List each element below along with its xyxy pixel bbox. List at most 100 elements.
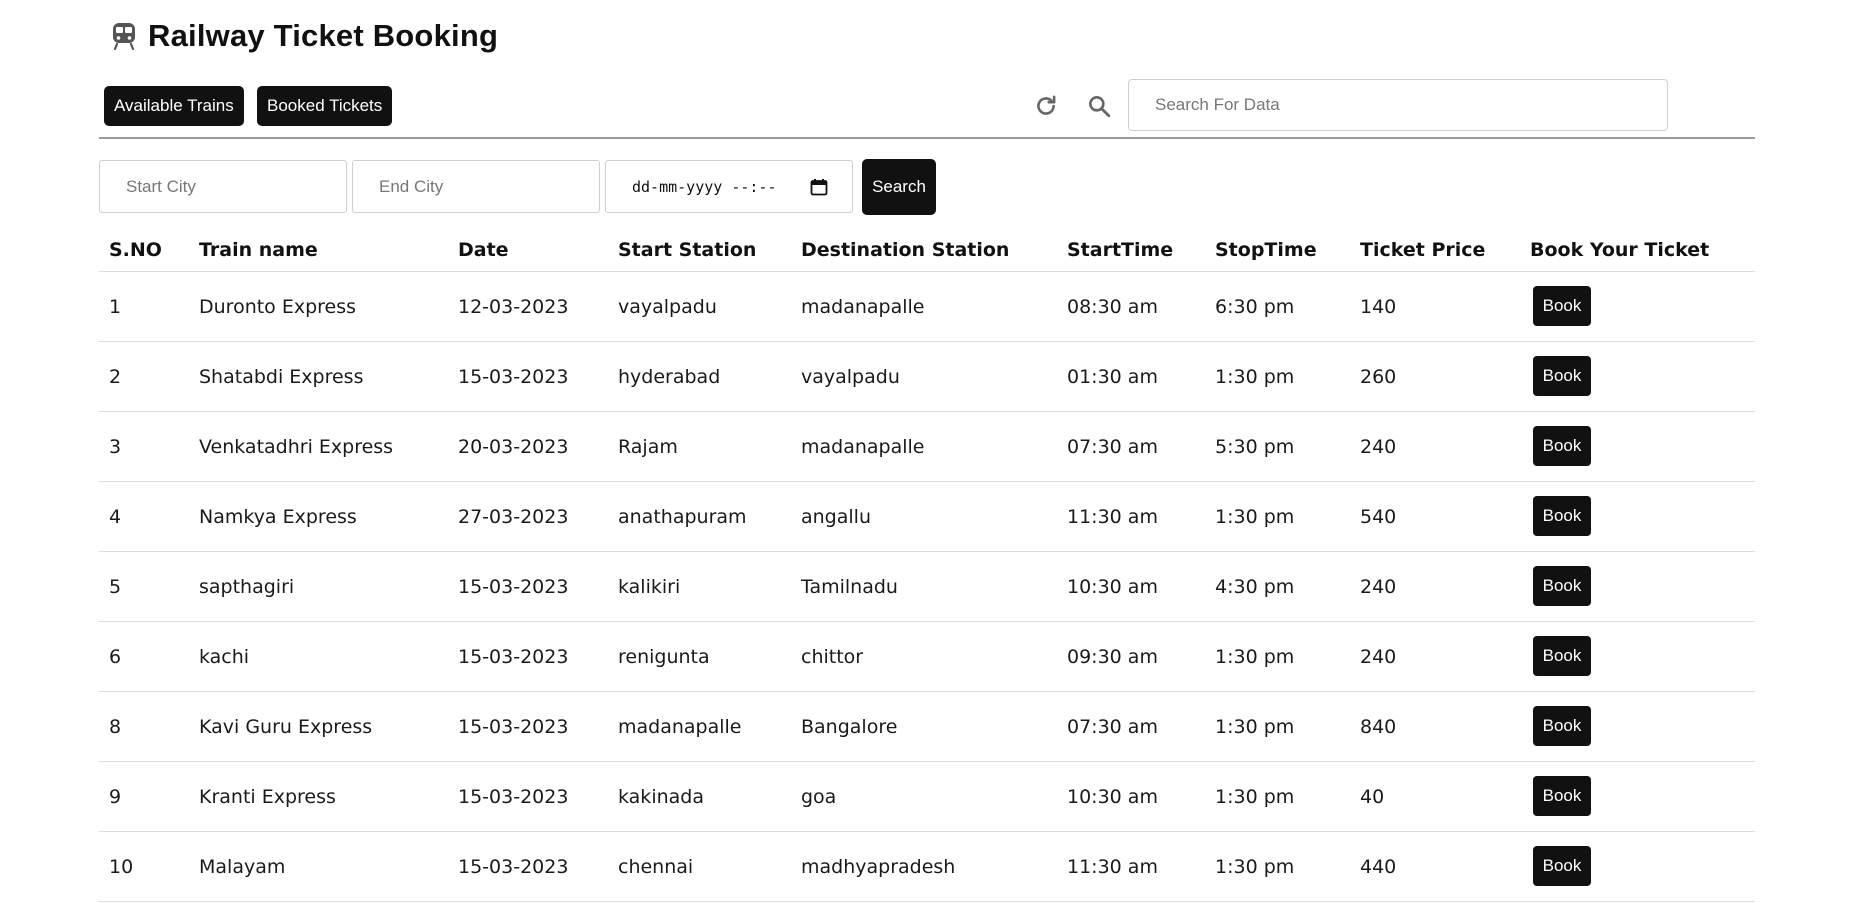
- cell-destination-station: vayalpadu: [801, 366, 900, 388]
- cell-stop-time: 1:30 pm: [1215, 716, 1295, 738]
- col-header-train-name: Train name: [199, 239, 318, 261]
- table-row: 4 Namkya Express 27-03-2023 anathapuram …: [99, 482, 1755, 552]
- cell-ticket-price: 240: [1360, 436, 1397, 458]
- cell-destination-station: angallu: [801, 506, 871, 528]
- cell-sno: 5: [109, 576, 122, 598]
- cell-start-time: 09:30 am: [1067, 646, 1158, 668]
- end-city-input[interactable]: [352, 160, 600, 213]
- cell-train-name: sapthagiri: [199, 576, 295, 598]
- cell-date: 15-03-2023: [458, 716, 569, 738]
- book-button[interactable]: Book: [1533, 566, 1591, 606]
- cell-train-name: Venkatadhri Express: [199, 436, 394, 458]
- table-row: 1 Duronto Express 12-03-2023 vayalpadu m…: [99, 272, 1755, 342]
- cell-destination-station: madanapalle: [801, 296, 925, 318]
- cell-start-station: madanapalle: [618, 716, 742, 738]
- cell-destination-station: Tamilnadu: [801, 576, 898, 598]
- page-title: Railway Ticket Booking: [148, 18, 499, 53]
- col-header-destination-station: Destination Station: [801, 239, 1010, 261]
- cell-ticket-price: 240: [1360, 646, 1397, 668]
- cell-start-station: kalikiri: [618, 576, 681, 598]
- cell-destination-station: madanapalle: [801, 436, 925, 458]
- start-city-input[interactable]: [99, 160, 347, 213]
- table-row: 9 Kranti Express 15-03-2023 kakinada goa…: [99, 762, 1755, 832]
- book-button[interactable]: Book: [1533, 636, 1591, 676]
- cell-destination-station: madhyapradesh: [801, 856, 956, 878]
- cell-start-station: vayalpadu: [618, 296, 717, 318]
- cell-stop-time: 6:30 pm: [1215, 296, 1295, 318]
- cell-stop-time: 1:30 pm: [1215, 366, 1295, 388]
- cell-start-station: renigunta: [618, 646, 710, 668]
- cell-ticket-price: 540: [1360, 506, 1397, 528]
- cell-sno: 10: [109, 856, 134, 878]
- cell-date: 15-03-2023: [458, 646, 569, 668]
- book-button[interactable]: Book: [1533, 846, 1591, 886]
- cell-start-time: 07:30 am: [1067, 716, 1158, 738]
- book-button[interactable]: Book: [1533, 496, 1591, 536]
- header-divider: [99, 137, 1755, 139]
- table-row: 2 Shatabdi Express 15-03-2023 hyderabad …: [99, 342, 1755, 412]
- cell-destination-station: Bangalore: [801, 716, 898, 738]
- cell-sno: 2: [109, 366, 122, 388]
- cell-date: 12-03-2023: [458, 296, 569, 318]
- cell-train-name: Shatabdi Express: [199, 366, 364, 388]
- cell-ticket-price: 260: [1360, 366, 1397, 388]
- cell-date: 20-03-2023: [458, 436, 569, 458]
- cell-stop-time: 1:30 pm: [1215, 506, 1295, 528]
- col-header-date: Date: [458, 239, 509, 261]
- cell-train-name: Duronto Express: [199, 296, 357, 318]
- book-button[interactable]: Book: [1533, 286, 1591, 326]
- cell-ticket-price: 40: [1360, 786, 1385, 808]
- cell-stop-time: 1:30 pm: [1215, 856, 1295, 878]
- cell-sno: 1: [109, 296, 122, 318]
- col-header-book: Book Your Ticket: [1530, 239, 1710, 261]
- cell-date: 15-03-2023: [458, 786, 569, 808]
- col-header-start-station: Start Station: [618, 239, 757, 261]
- col-header-sno: S.NO: [109, 239, 162, 261]
- cell-destination-station: goa: [801, 786, 837, 808]
- cell-train-name: kachi: [199, 646, 250, 668]
- cell-date: 15-03-2023: [458, 576, 569, 598]
- book-button[interactable]: Book: [1533, 776, 1591, 816]
- available-trains-button[interactable]: Available Trains: [104, 86, 244, 126]
- book-button[interactable]: Book: [1533, 426, 1591, 466]
- cell-ticket-price: 240: [1360, 576, 1397, 598]
- cell-ticket-price: 840: [1360, 716, 1397, 738]
- table-row: 6 kachi 15-03-2023 renigunta chittor 09:…: [99, 622, 1755, 692]
- book-button[interactable]: Book: [1533, 356, 1591, 396]
- cell-train-name: Kranti Express: [199, 786, 336, 808]
- table-header: S.NO Train name Date Start Station Desti…: [99, 229, 1755, 272]
- cell-ticket-price: 140: [1360, 296, 1397, 318]
- cell-train-name: Kavi Guru Express: [199, 716, 373, 738]
- calendar-icon[interactable]: [810, 178, 828, 196]
- cell-start-time: 11:30 am: [1067, 506, 1158, 528]
- cell-start-station: anathapuram: [618, 506, 747, 528]
- cell-start-station: Rajam: [618, 436, 678, 458]
- table-row: 5 sapthagiri 15-03-2023 kalikiri Tamilna…: [99, 552, 1755, 622]
- cell-sno: 9: [109, 786, 122, 808]
- date-time-input[interactable]: dd-mm-yyyy --:--: [605, 160, 853, 213]
- col-header-ticket-price: Ticket Price: [1360, 239, 1486, 261]
- cell-sno: 4: [109, 506, 122, 528]
- cell-start-time: 07:30 am: [1067, 436, 1158, 458]
- cell-date: 27-03-2023: [458, 506, 569, 528]
- booked-tickets-button[interactable]: Booked Tickets: [257, 86, 393, 126]
- cell-stop-time: 1:30 pm: [1215, 646, 1295, 668]
- cell-destination-station: chittor: [801, 646, 864, 668]
- cell-start-station: kakinada: [618, 786, 704, 808]
- app-header: Railway Ticket Booking: [112, 18, 498, 54]
- col-header-start-time: StartTime: [1067, 239, 1174, 261]
- train-icon: [112, 22, 136, 50]
- search-input[interactable]: [1128, 79, 1668, 131]
- cell-ticket-price: 440: [1360, 856, 1397, 878]
- cell-start-time: 01:30 am: [1067, 366, 1158, 388]
- table-row: 10 Malayam 15-03-2023 chennai madhyaprad…: [99, 832, 1755, 902]
- table-row: 3 Venkatadhri Express 20-03-2023 Rajam m…: [99, 412, 1755, 482]
- cell-stop-time: 5:30 pm: [1215, 436, 1295, 458]
- book-button[interactable]: Book: [1533, 706, 1591, 746]
- cell-sno: 8: [109, 716, 122, 738]
- search-icon[interactable]: [1085, 92, 1113, 120]
- search-button[interactable]: Search: [862, 159, 936, 215]
- refresh-icon[interactable]: [1032, 92, 1060, 120]
- cell-start-time: 11:30 am: [1067, 856, 1158, 878]
- cell-date: 15-03-2023: [458, 856, 569, 878]
